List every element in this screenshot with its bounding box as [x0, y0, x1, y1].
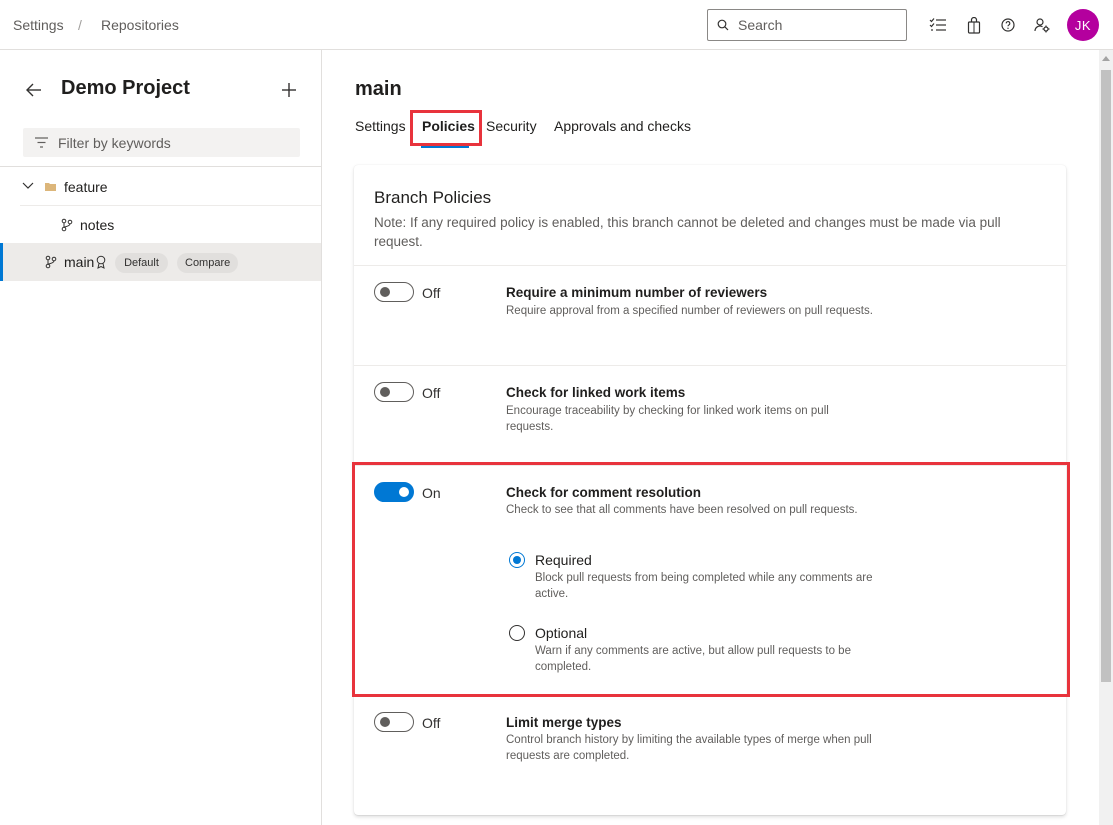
chevron-down-icon[interactable] — [22, 182, 34, 190]
policies-tab-highlight — [410, 110, 482, 146]
breadcrumb-settings[interactable]: Settings — [13, 17, 64, 33]
toggle-knob — [380, 287, 390, 297]
user-settings-icon[interactable] — [1032, 15, 1052, 35]
scroll-up-arrow-icon[interactable] — [1102, 56, 1110, 61]
back-arrow-icon[interactable] — [25, 81, 43, 99]
card-title: Branch Policies — [374, 188, 492, 207]
breadcrumb-separator: / — [78, 17, 82, 33]
work-items-policy-desc: Encourage traceability by checking for l… — [506, 405, 829, 433]
tree-row-feature[interactable]: feature — [0, 168, 321, 206]
active-tab-indicator — [421, 146, 469, 148]
search-box[interactable] — [707, 9, 907, 41]
tree-label-feature: feature — [64, 179, 108, 195]
toggle-knob — [380, 387, 390, 397]
policy-badge-icon — [96, 255, 106, 269]
scrollbar-thumb[interactable] — [1101, 70, 1111, 682]
tree-divider — [0, 166, 321, 167]
comment-resolution-highlight — [352, 462, 1070, 697]
search-icon — [717, 19, 729, 31]
sidebar: Demo Project feature notes — [0, 50, 322, 825]
tab-security[interactable]: Security — [486, 118, 537, 134]
tree-row-main[interactable]: main Default Compare — [0, 243, 321, 281]
breadcrumb-repositories[interactable]: Repositories — [101, 17, 179, 33]
add-icon[interactable] — [281, 82, 297, 98]
scrollbar[interactable] — [1099, 50, 1113, 825]
branch-icon — [45, 255, 57, 269]
top-bar: Settings / Repositories Search JK — [0, 0, 1113, 50]
tree-row-notes[interactable]: notes — [0, 206, 321, 244]
filter-icon — [35, 137, 48, 148]
tree-label-notes: notes — [80, 217, 115, 233]
project-title: Demo Project — [61, 77, 190, 99]
merge-types-policy-title: Limit merge types — [506, 715, 622, 730]
reviewers-toggle[interactable] — [374, 282, 414, 302]
toggle-knob — [380, 717, 390, 727]
card-note: Note: If any required policy is enabled,… — [374, 215, 1001, 249]
reviewers-policy-title: Require a minimum number of reviewers — [506, 285, 768, 300]
card-separator — [354, 365, 1066, 366]
help-icon[interactable] — [998, 15, 1018, 35]
merge-types-policy-desc: Control branch history by limiting the a… — [506, 734, 872, 762]
merge-types-toggle[interactable] — [374, 712, 414, 732]
selection-indicator — [0, 243, 3, 281]
tree-label-main: main — [64, 254, 95, 270]
work-items-toggle-state: Off — [422, 385, 441, 401]
reviewers-toggle-state: Off — [422, 285, 441, 301]
search-input[interactable] — [738, 15, 898, 35]
default-badge: Default — [115, 253, 168, 273]
task-list-icon[interactable] — [928, 15, 948, 35]
branch-icon — [61, 218, 73, 232]
shopping-bag-icon[interactable] — [964, 15, 984, 35]
tab-approvals-and-checks[interactable]: Approvals and checks — [554, 118, 691, 134]
branch-title: main — [355, 78, 402, 100]
filter-box[interactable] — [23, 128, 300, 157]
compare-button[interactable]: Compare — [177, 253, 238, 273]
work-items-policy-title: Check for linked work items — [506, 385, 686, 400]
card-separator — [354, 265, 1066, 266]
reviewers-policy-desc: Require approval from a specified number… — [506, 305, 873, 317]
filter-input[interactable] — [58, 133, 288, 153]
merge-types-toggle-state: Off — [422, 715, 441, 731]
avatar[interactable]: JK — [1067, 9, 1099, 41]
tab-settings[interactable]: Settings — [355, 118, 406, 134]
folder-icon — [45, 183, 56, 191]
work-items-toggle[interactable] — [374, 382, 414, 402]
